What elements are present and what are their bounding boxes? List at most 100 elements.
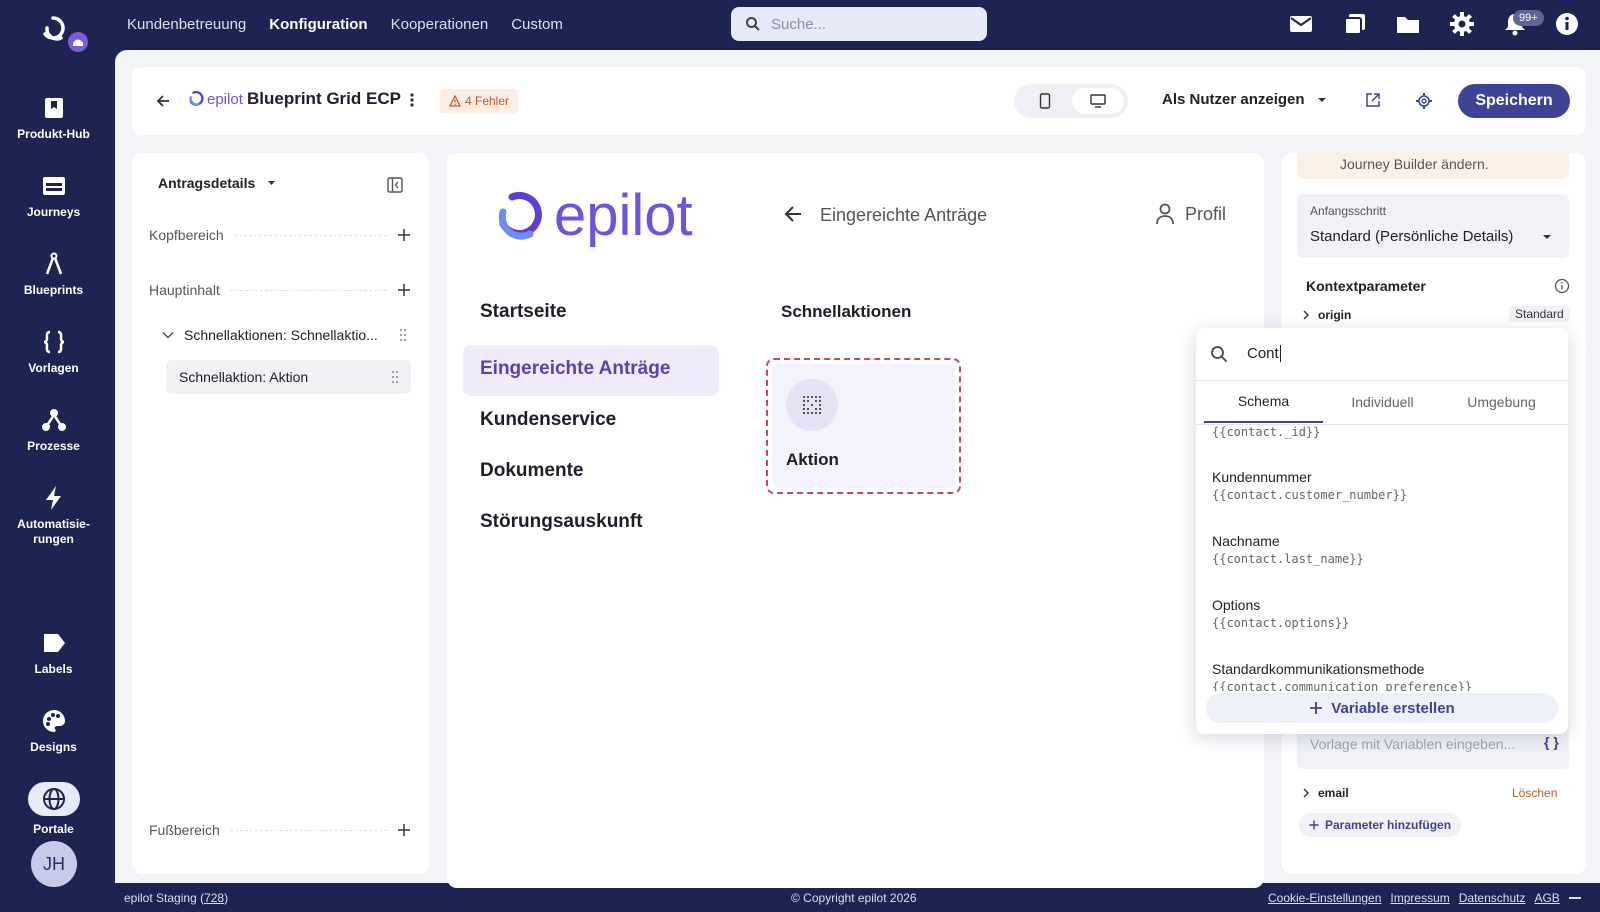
variable-item-options[interactable]: Options {{contact.options}} (1212, 597, 1349, 630)
page-selector-label: Antragsdetails (158, 175, 256, 191)
param-email-row[interactable]: email (1302, 786, 1349, 800)
sidebar-item-automatisierungen[interactable]: Automatisie-rungen (0, 485, 107, 547)
variable-item-kundennummer[interactable]: Kundennummer {{contact.customer_number}} (1212, 469, 1407, 502)
add-icon[interactable] (397, 823, 411, 837)
info-icon[interactable] (1554, 11, 1580, 37)
folder-icon[interactable] (1395, 11, 1421, 37)
variable-path: {{contact.last_name}} (1212, 552, 1364, 566)
variable-search-input[interactable]: Cont (1247, 345, 1281, 362)
back-link-label[interactable]: Eingereichte Anträge (820, 205, 987, 226)
bookmark-book-icon (44, 98, 63, 118)
sidebar-item-produkt-hub[interactable]: Produkt-Hub (0, 95, 107, 141)
structure-panel: Antragsdetails Kopfbereich Hauptinhalt S… (132, 153, 429, 874)
create-variable-label: Variable erstellen (1331, 699, 1455, 717)
copyright: © Copyright epilot 2026 (791, 891, 917, 905)
agb-link[interactable]: AGB (1534, 891, 1559, 905)
desktop-view-button[interactable] (1072, 88, 1124, 114)
quick-actions-title: Schnellaktionen (781, 302, 912, 321)
layers-icon[interactable] (1342, 11, 1368, 37)
portal-nav-kundenservice[interactable]: Kundenservice (480, 409, 616, 431)
settings-gear-icon[interactable] (1415, 92, 1433, 110)
sidebar-item-prozesse[interactable]: Prozesse (0, 407, 107, 453)
sidebar-item-vorlagen[interactable]: Vorlagen (0, 329, 107, 375)
view-as-user-dropdown[interactable]: Als Nutzer anzeigen (1162, 91, 1327, 108)
info-circle-icon[interactable] (1554, 278, 1570, 294)
save-button[interactable]: Speichern (1458, 84, 1570, 118)
sidebar-label: Journeys (26, 205, 81, 219)
page-selector[interactable]: Antragsdetails (158, 175, 276, 191)
error-badge[interactable]: 4 Fehler (440, 89, 519, 113)
caret-down-icon (268, 181, 276, 185)
brand-logo: epilot (188, 90, 243, 108)
sidebar-label: Prozesse (27, 439, 80, 453)
datenschutz-link[interactable]: Datenschutz (1459, 891, 1526, 905)
impressum-link[interactable]: Impressum (1390, 891, 1449, 905)
delete-param-button[interactable]: Löschen (1512, 786, 1557, 800)
user-avatar[interactable]: JH (31, 841, 77, 887)
tree-item-aktion[interactable]: Schnellaktion: Aktion (166, 360, 411, 394)
mail-icon[interactable] (1288, 11, 1314, 37)
back-arrow-icon[interactable] (155, 93, 171, 109)
portal-nav-dokumente[interactable]: Dokumente (480, 460, 583, 482)
variable-item-kommunikationsmethode[interactable]: Standardkommunikationsmethode {{contact.… (1212, 661, 1472, 691)
variable-picker-dropdown: Cont Schema Individuell Umgebung {{conta… (1196, 328, 1568, 734)
sidebar-label: Automatisie-rungen (17, 517, 90, 546)
chevron-down-icon[interactable] (162, 331, 174, 339)
param-origin-row[interactable]: origin (1302, 308, 1351, 322)
braces-icon[interactable]: { } (1544, 734, 1559, 750)
drag-handle-icon[interactable] (399, 328, 407, 342)
param-default-badge: Standard (1509, 306, 1570, 322)
globe-icon (42, 788, 65, 810)
main-sidebar: Produkt-Hub Journeys Blueprints Vorlagen… (0, 48, 115, 888)
portal-logo: epilot (494, 183, 693, 248)
global-search[interactable] (731, 7, 987, 41)
add-param-button[interactable]: Parameter hinzufügen (1299, 813, 1462, 837)
more-vertical-icon[interactable] (409, 92, 415, 108)
minimize-icon[interactable] (1568, 897, 1581, 899)
topnav-custom[interactable]: Custom (511, 16, 563, 33)
param-name: origin (1318, 308, 1352, 322)
sidebar-item-blueprints[interactable]: Blueprints (0, 251, 107, 297)
plus-icon (1309, 820, 1319, 830)
profile-link[interactable]: Profil (1155, 203, 1226, 225)
label-tag-icon (43, 634, 65, 652)
brand-name: epilot (207, 90, 243, 108)
tree-item-schnellaktionen[interactable]: Schnellaktionen: Schnellaktio... (162, 321, 407, 349)
build-link[interactable]: 728 (204, 891, 224, 905)
quick-action-card-selected[interactable]: Aktion (766, 358, 961, 494)
drag-handle-icon[interactable] (391, 370, 399, 384)
portal-logo-text: epilot (554, 183, 693, 248)
quick-action-card: Aktion (772, 364, 955, 488)
variable-item-contact-id[interactable]: {{contact._id}} (1212, 425, 1320, 439)
sidebar-item-journeys[interactable]: Journeys (0, 173, 107, 219)
portal-nav-stoerungsauskunft[interactable]: Störungsauskunft (480, 511, 643, 533)
topnav-kooperationen[interactable]: Kooperationen (391, 16, 489, 33)
tab-individuell[interactable]: Individuell (1323, 381, 1442, 423)
start-step-select[interactable]: Anfangsschritt Standard (Persönliche Det… (1297, 194, 1569, 258)
topnav-kundenbetreuung[interactable]: Kundenbetreuung (127, 16, 246, 33)
portal-nav-startseite[interactable]: Startseite (480, 301, 567, 323)
section-label: Fußbereich (149, 822, 220, 838)
add-icon[interactable] (397, 228, 411, 242)
sidebar-item-labels[interactable]: Labels (0, 630, 107, 676)
notification-badge: 99+ (1513, 10, 1544, 26)
gear-icon[interactable] (1449, 11, 1475, 37)
cookie-settings-link[interactable]: Cookie-Einstellungen (1268, 891, 1381, 905)
collapse-panel-icon[interactable] (387, 177, 403, 193)
back-arrow-icon[interactable] (783, 205, 803, 223)
variable-title: Standardkommunikationsmethode (1212, 661, 1425, 677)
create-variable-button[interactable]: Variable erstellen (1206, 693, 1558, 723)
add-param-label: Parameter hinzufügen (1325, 818, 1452, 832)
topnav-konfiguration[interactable]: Konfiguration (269, 16, 367, 33)
tab-schema[interactable]: Schema (1204, 381, 1323, 423)
add-icon[interactable] (397, 283, 411, 297)
variable-item-nachname[interactable]: Nachname {{contact.last_name}} (1212, 533, 1364, 566)
search-input[interactable] (771, 15, 971, 33)
mobile-view-button[interactable] (1019, 88, 1071, 114)
sidebar-label: Blueprints (23, 283, 84, 297)
portal-nav-eingereichte-antraege[interactable]: Eingereichte Anträge (480, 358, 670, 380)
sidebar-item-portale[interactable]: Portale (0, 782, 107, 836)
tab-umgebung[interactable]: Umgebung (1442, 381, 1561, 423)
open-external-icon[interactable] (1365, 92, 1381, 108)
sidebar-item-designs[interactable]: Designs (0, 708, 107, 754)
